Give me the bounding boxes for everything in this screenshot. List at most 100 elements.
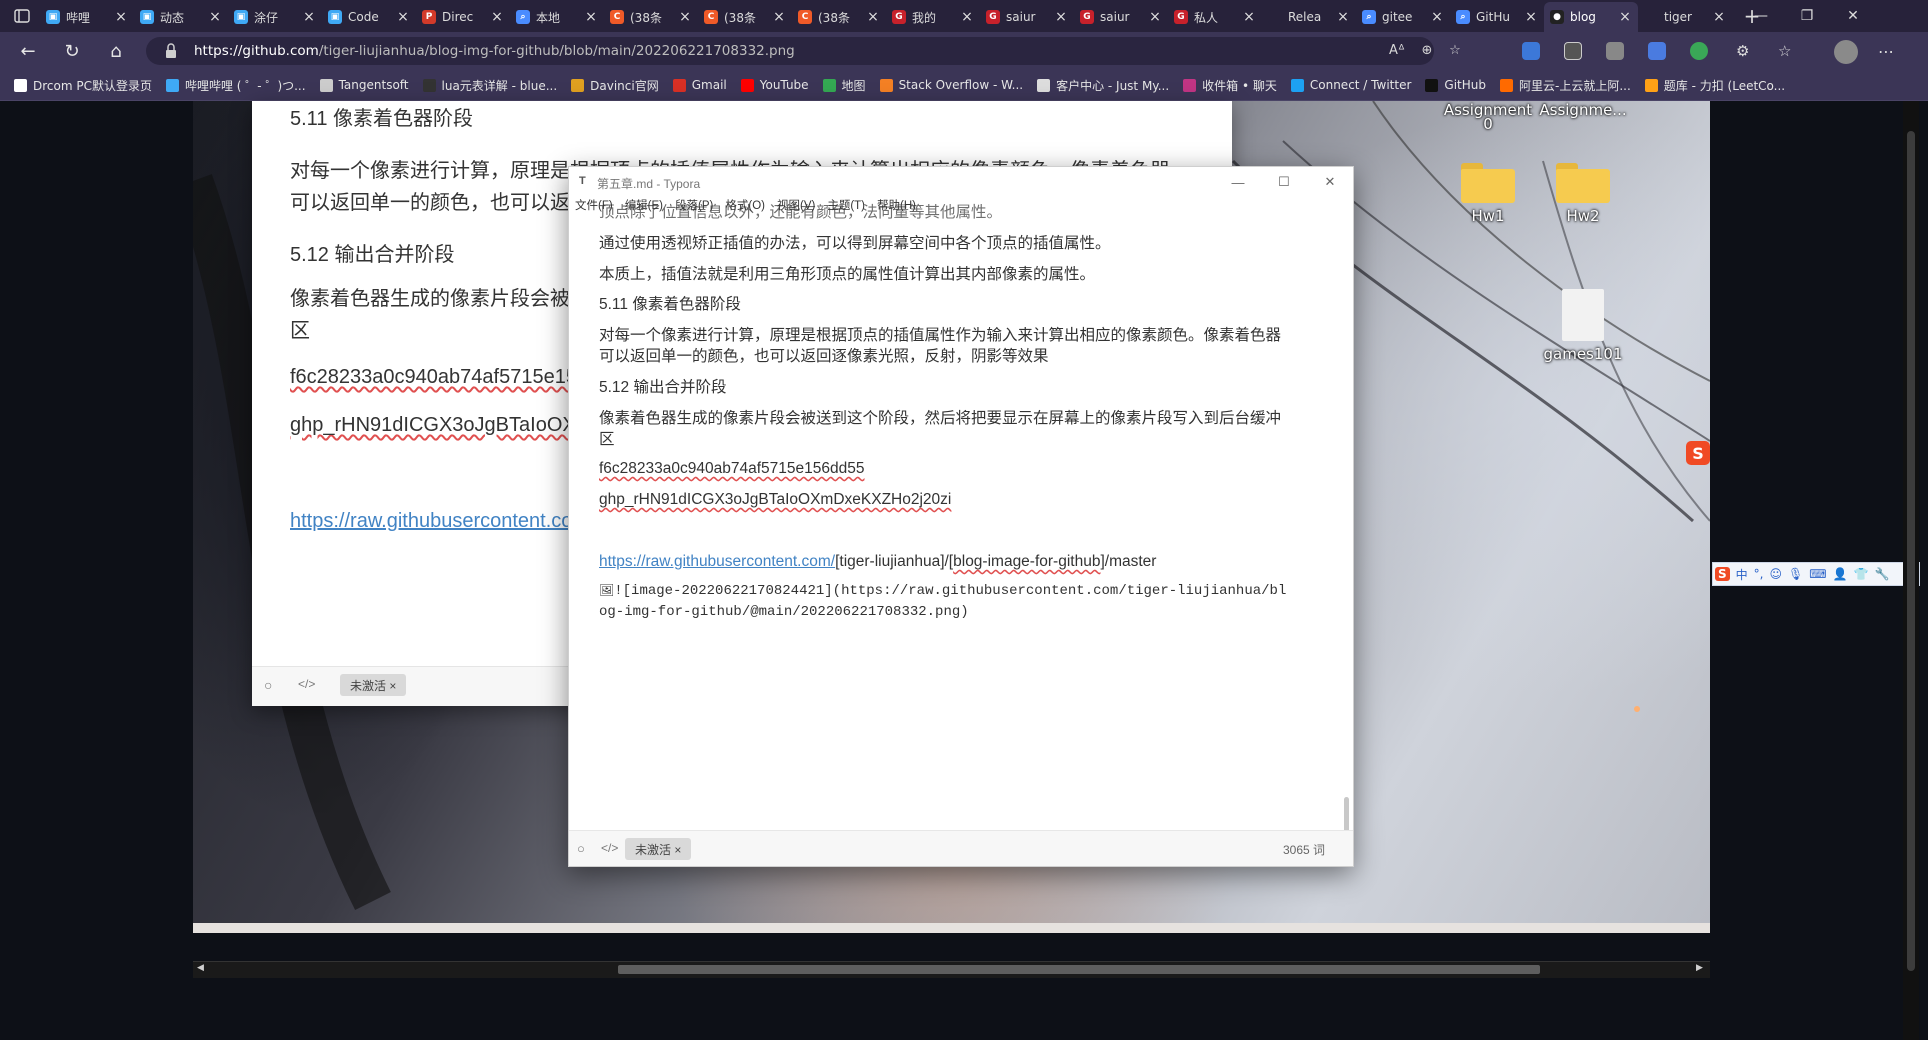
tab-actions-menu-button[interactable] xyxy=(10,4,34,28)
refresh-button[interactable]: ↻ xyxy=(60,39,84,63)
raw-link[interactable]: https://raw.githubusercontent.com/ xyxy=(599,553,835,570)
tab-close-icon[interactable]: × xyxy=(866,9,880,25)
extension-icon-3[interactable] xyxy=(1606,42,1624,60)
favorites-icon[interactable]: ☆ xyxy=(1778,42,1796,60)
desktop-folder-hw2[interactable]: Hw2 xyxy=(1538,163,1628,225)
ime-toolbar-button[interactable]: 👕 xyxy=(1854,567,1869,581)
ime-toolbar-button[interactable]: ⌨ xyxy=(1809,567,1826,581)
maximize-button[interactable]: ☐ xyxy=(1261,167,1307,197)
menu-item[interactable]: 视图(V) xyxy=(777,197,815,213)
browser-tab[interactable]: tiger × xyxy=(1638,2,1732,32)
minimize-button[interactable]: — xyxy=(1215,167,1261,197)
menu-item[interactable]: 格式(O) xyxy=(725,197,765,213)
browser-tab[interactable]: ● blog × xyxy=(1544,2,1638,32)
browser-tab[interactable]: Gsaiur × xyxy=(1074,2,1168,32)
back-button[interactable]: ← xyxy=(16,39,40,63)
translate-extension-icon[interactable] xyxy=(1648,42,1666,60)
menu-item[interactable]: 段落(P) xyxy=(675,197,713,213)
typora-window[interactable]: T 第五章.md - Typora — ☐ ✕ 顶点除了位置信息以外，还能有颜色… xyxy=(568,166,1354,867)
bookmark-item[interactable]: 收件箱 • 聊天 xyxy=(1183,77,1277,94)
browser-tab[interactable]: P Direc × xyxy=(416,2,510,32)
scroll-thumb[interactable] xyxy=(618,965,1540,974)
tab-close-icon[interactable]: × xyxy=(490,9,504,25)
activation-badge[interactable]: 未激活 × xyxy=(340,674,407,696)
extensions-puzzle-icon[interactable]: ⚙ xyxy=(1736,42,1754,60)
minimize-window-button[interactable]: — xyxy=(1738,0,1784,32)
browser-tab[interactable]: Gsaiur × xyxy=(980,2,1074,32)
tab-close-icon[interactable]: × xyxy=(1712,9,1726,25)
browser-tab[interactable]: C (38条 × xyxy=(698,2,792,32)
extension-icon-2[interactable] xyxy=(1564,42,1582,60)
bookmark-item[interactable]: YouTube xyxy=(740,78,809,92)
browser-tab[interactable]: ⌕ 本地 × xyxy=(510,2,604,32)
bookmark-item[interactable]: Davinci官网 xyxy=(571,77,659,94)
source-mode-icon[interactable]: </> xyxy=(601,841,618,855)
extension-icon-5[interactable] xyxy=(1690,42,1708,60)
tab-close-icon[interactable]: × xyxy=(1524,9,1538,25)
tab-close-icon[interactable]: × xyxy=(208,9,222,25)
horizontal-scrollbar[interactable]: ◀ ▶ xyxy=(193,961,1710,978)
tab-close-icon[interactable]: × xyxy=(960,9,974,25)
read-aloud-icon[interactable]: Aᐞ xyxy=(1388,43,1406,61)
browser-tab[interactable]: ▣ 涂仔 × xyxy=(228,2,322,32)
vertical-scrollbar[interactable] xyxy=(1903,101,1919,1040)
ime-toolbar-button[interactable]: 🔧 xyxy=(1874,567,1889,581)
tab-close-icon[interactable]: × xyxy=(396,9,410,25)
menu-item[interactable]: 编辑(E) xyxy=(625,197,663,213)
bookmark-item[interactable]: 阿里云-上云就上阿... xyxy=(1499,77,1631,94)
ime-toolbar-button[interactable]: 中 xyxy=(1736,566,1748,583)
raw-link[interactable]: https://raw.githubusercontent.com/ xyxy=(290,505,595,537)
profile-avatar[interactable] xyxy=(1834,40,1858,64)
tab-close-icon[interactable]: × xyxy=(114,9,128,25)
tab-close-icon[interactable]: × xyxy=(1242,9,1256,25)
menu-item[interactable]: 主题(T) xyxy=(827,197,865,213)
bookmark-item[interactable]: Connect / Twitter xyxy=(1290,78,1411,92)
browser-tab[interactable]: ▣ Code × xyxy=(322,2,416,32)
desktop-folder-hw1[interactable]: Hw1 xyxy=(1443,163,1533,225)
outline-toggle-icon[interactable]: ○ xyxy=(264,677,272,693)
scroll-right-arrow[interactable]: ▶ xyxy=(1696,963,1703,973)
source-mode-icon[interactable]: </> xyxy=(298,677,315,691)
address-bar[interactable]: https://github.com/tiger-liujianhua/blog… xyxy=(146,37,1461,65)
sogou-ime-logo[interactable]: S xyxy=(1686,441,1710,465)
close-window-button[interactable]: ✕ xyxy=(1830,0,1876,32)
add-favorite-icon[interactable]: ☆ xyxy=(1446,43,1464,61)
browser-tab[interactable]: ⌕ GitHu × xyxy=(1450,2,1544,32)
browser-tab[interactable]: G 我的 × xyxy=(886,2,980,32)
outline-toggle-icon[interactable]: ○ xyxy=(577,841,585,856)
browser-tab[interactable]: ⌕ gitee × xyxy=(1356,2,1450,32)
browser-tab[interactable]: Relea × xyxy=(1262,2,1356,32)
tab-close-icon[interactable]: × xyxy=(1618,9,1632,25)
tab-close-icon[interactable]: × xyxy=(678,9,692,25)
close-button[interactable]: ✕ xyxy=(1307,167,1353,197)
desktop-item-assignment0[interactable]: Assignment 0 xyxy=(1443,101,1533,133)
settings-more-icon[interactable]: ⋯ xyxy=(1878,42,1896,61)
browser-tab[interactable]: G 私人 × xyxy=(1168,2,1262,32)
desktop-item-assignment1[interactable]: Assignme... xyxy=(1538,101,1628,119)
bookmark-item[interactable]: 客户中心 - Just My... xyxy=(1037,77,1169,94)
bookmark-item[interactable]: Drcom PC默认登录页 xyxy=(14,77,152,94)
bookmark-item[interactable]: GitHub xyxy=(1425,78,1486,92)
tab-close-icon[interactable]: × xyxy=(1148,9,1162,25)
desktop-file-games101[interactable]: games101 xyxy=(1538,289,1628,363)
bookmark-item[interactable]: Gmail xyxy=(672,78,727,92)
tab-close-icon[interactable]: × xyxy=(1336,9,1350,25)
menu-item[interactable]: 文件(F) xyxy=(575,197,613,213)
ime-toolbar-button[interactable]: 👤 xyxy=(1833,567,1848,581)
bookmark-item[interactable]: 题库 - 力扣 (LeetCo... xyxy=(1644,77,1785,94)
tab-close-icon[interactable]: × xyxy=(1054,9,1068,25)
tab-close-icon[interactable]: × xyxy=(1430,9,1444,25)
home-button[interactable]: ⌂ xyxy=(104,39,128,63)
tab-close-icon[interactable]: × xyxy=(584,9,598,25)
browser-tab[interactable]: C (38条 × xyxy=(792,2,886,32)
bookmark-item[interactable]: Stack Overflow - W... xyxy=(879,78,1023,92)
tab-close-icon[interactable]: × xyxy=(302,9,316,25)
ime-toolbar-button[interactable]: ☺ xyxy=(1770,567,1783,581)
maximize-window-button[interactable]: ❐ xyxy=(1784,0,1830,32)
browser-tab[interactable]: ▣ 动态 × xyxy=(134,2,228,32)
scroll-left-arrow[interactable]: ◀ xyxy=(197,963,204,973)
menu-item[interactable]: 帮助(H) xyxy=(877,197,916,213)
word-count[interactable]: 3065 词 xyxy=(1283,841,1325,858)
zoom-icon[interactable]: ⊕ xyxy=(1418,43,1436,61)
bookmark-item[interactable]: 哔哩哔哩 ( ゜- ゜)つ... xyxy=(165,77,306,94)
